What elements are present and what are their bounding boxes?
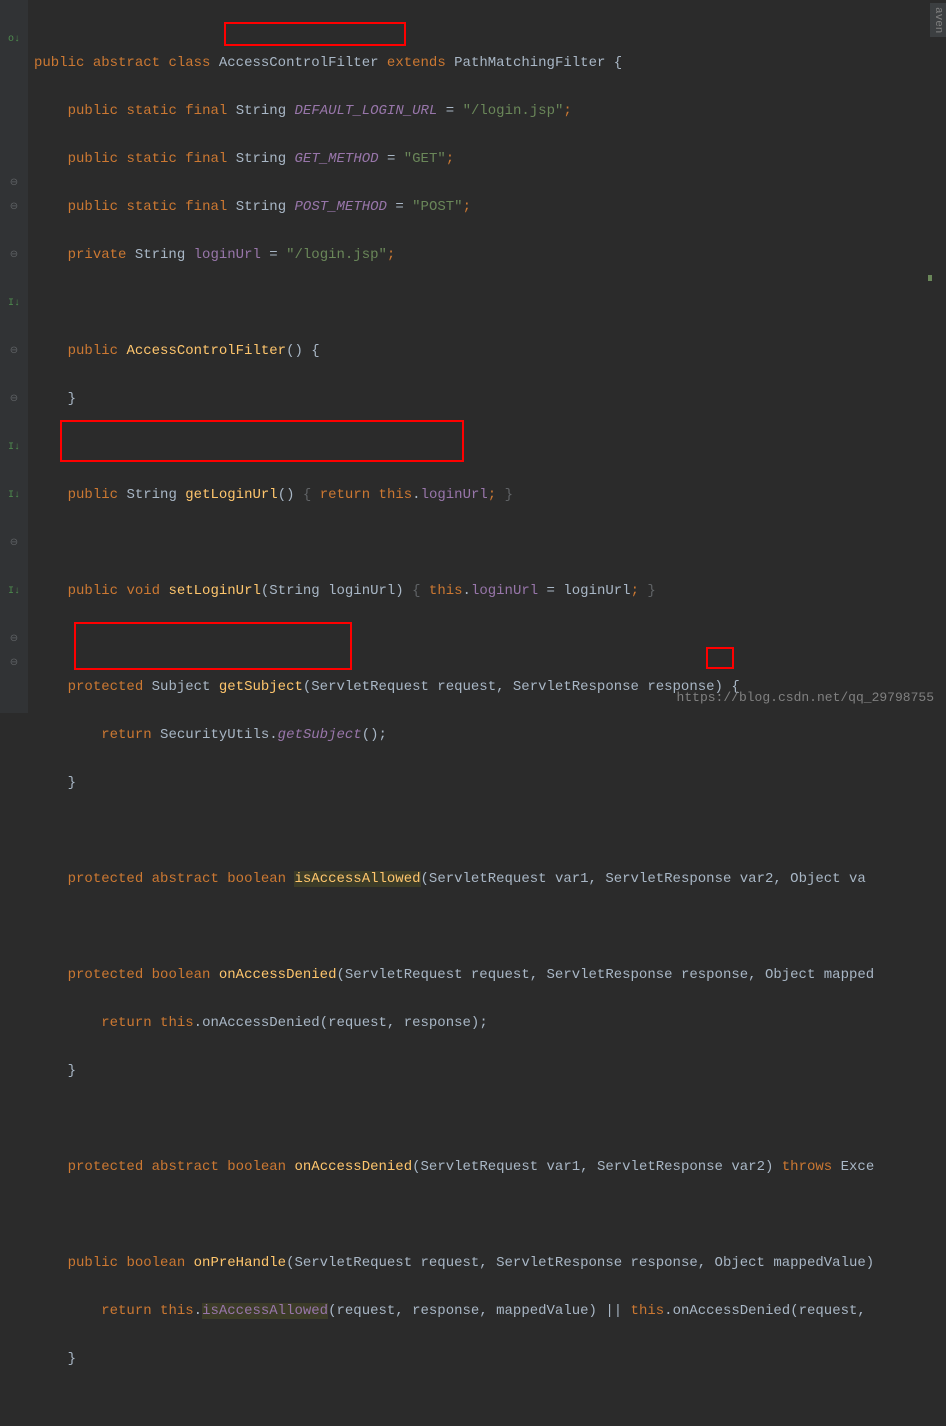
code-line: public static final String GET_METHOD = … <box>34 147 946 171</box>
code-line: public AccessControlFilter() { <box>34 339 946 363</box>
code-line: } <box>34 1347 946 1371</box>
collapse-gutter-icon[interactable]: ⊖ <box>0 387 28 411</box>
implements-gutter-icon[interactable]: I↓ <box>0 483 28 507</box>
code-line: public static final String POST_METHOD =… <box>34 195 946 219</box>
watermark-text: https://blog.csdn.net/qq_29798755 <box>677 690 934 705</box>
collapse-gutter-icon[interactable]: ⊖ <box>0 531 28 555</box>
maven-tool-tab[interactable]: aven <box>930 3 946 37</box>
collapse-gutter-icon[interactable]: ⊖ <box>0 171 28 195</box>
code-line: protected abstract boolean onAccessDenie… <box>34 1155 946 1179</box>
implements-gutter-icon[interactable]: I↓ <box>0 291 28 315</box>
highlight-box-onAccessDenied-call <box>706 647 734 669</box>
code-line: protected boolean onAccessDenied(Servlet… <box>34 963 946 987</box>
code-line: public void setLoginUrl(String loginUrl)… <box>34 579 946 603</box>
code-line: } <box>34 387 946 411</box>
code-line: public static final String DEFAULT_LOGIN… <box>34 99 946 123</box>
collapse-gutter-icon[interactable]: ⊖ <box>0 651 28 675</box>
code-line: return this.onAccessDenied(request, resp… <box>34 1011 946 1035</box>
implements-gutter-icon[interactable]: I↓ <box>0 435 28 459</box>
code-line: public String getLoginUrl() { return thi… <box>34 483 946 507</box>
minimap-marker <box>928 275 932 281</box>
collapse-gutter-icon[interactable]: ⊖ <box>0 627 28 651</box>
code-content[interactable]: public abstract class AccessControlFilte… <box>28 0 946 713</box>
collapse-gutter-icon[interactable]: ⊖ <box>0 339 28 363</box>
code-line: public abstract class AccessControlFilte… <box>34 51 946 75</box>
code-line: return SecurityUtils.getSubject(); <box>34 723 946 747</box>
code-line: private String loginUrl = "/login.jsp"; <box>34 243 946 267</box>
code-line: protected abstract boolean isAccessAllow… <box>34 867 946 891</box>
highlight-box-class-name <box>224 22 406 46</box>
code-line: } <box>34 1059 946 1083</box>
gutter: o↓ ⊖ ⊖ ⊖ I↓ ⊖ ⊖ I↓ I↓ ⊖ I↓ ⊖ ⊖ <box>0 0 28 713</box>
collapse-gutter-icon[interactable]: ⊖ <box>0 195 28 219</box>
code-line: public boolean onPreHandle(ServletReques… <box>34 1251 946 1275</box>
collapse-gutter-icon[interactable]: ⊖ <box>0 243 28 267</box>
code-editor: o↓ ⊖ ⊖ ⊖ I↓ ⊖ ⊖ I↓ I↓ ⊖ I↓ ⊖ ⊖ public ab… <box>0 0 946 713</box>
code-line: return this.isAccessAllowed(request, res… <box>34 1299 946 1323</box>
code-line: } <box>34 771 946 795</box>
override-gutter-icon[interactable]: o↓ <box>0 27 28 51</box>
implements-gutter-icon[interactable]: I↓ <box>0 579 28 603</box>
